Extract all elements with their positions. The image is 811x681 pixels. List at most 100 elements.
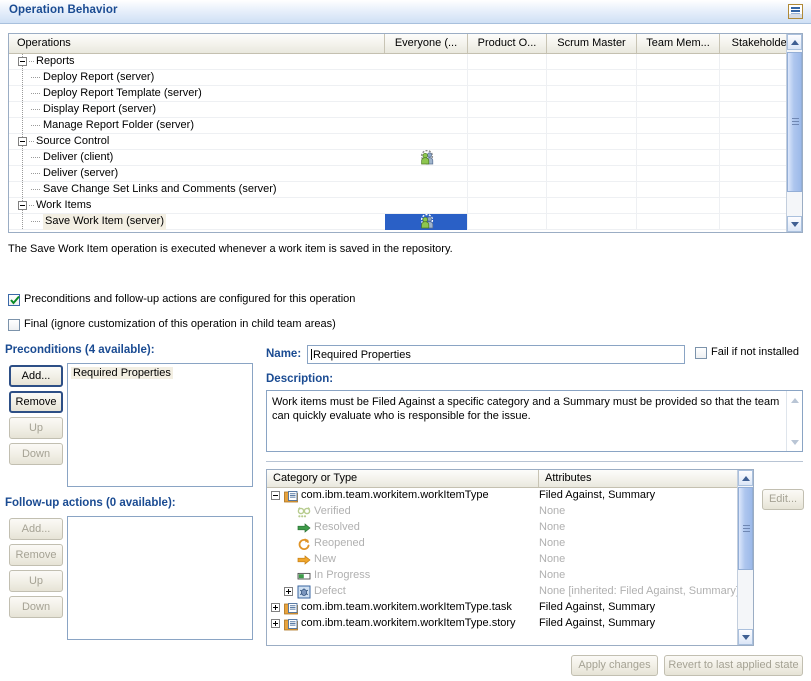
operation-row-label[interactable]: Reports: [36, 54, 75, 70]
operation-role-cell[interactable]: [468, 86, 547, 102]
apply-changes-button[interactable]: Apply changes: [571, 655, 658, 676]
operation-role-cell[interactable]: [547, 118, 637, 134]
operation-role-cell[interactable]: [385, 86, 468, 102]
preconditions-down-button[interactable]: Down: [9, 443, 63, 465]
category-table-row[interactable]: Defect None [inherited: Filed Against, Su…: [267, 584, 739, 600]
operation-role-cell[interactable]: [547, 150, 637, 166]
category-table-row[interactable]: Reopened None: [267, 536, 737, 552]
tree-expander-icon[interactable]: [271, 603, 280, 612]
column-header-operations[interactable]: Operations: [9, 34, 385, 53]
operation-role-cell[interactable]: [468, 134, 547, 150]
tree-expander-icon[interactable]: [271, 619, 280, 628]
operation-role-cell[interactable]: [637, 54, 720, 70]
operation-role-cell[interactable]: [637, 198, 720, 214]
followup-up-button[interactable]: Up: [9, 570, 63, 592]
operations-table-row[interactable]: Deploy Report Template (server): [9, 86, 802, 102]
operation-role-cell[interactable]: [637, 86, 720, 102]
operation-role-cell[interactable]: [468, 118, 547, 134]
category-table-row[interactable]: In Progress None: [267, 568, 737, 584]
tree-expander-icon[interactable]: [18, 137, 27, 146]
followup-down-button[interactable]: Down: [9, 596, 63, 618]
column-header-everyone[interactable]: Everyone (...: [385, 34, 468, 53]
operations-table-row[interactable]: Deliver (client): [9, 150, 802, 166]
operation-role-cell[interactable]: [547, 86, 637, 102]
operation-role-cell[interactable]: [547, 198, 637, 214]
operation-role-cell[interactable]: [547, 134, 637, 150]
operation-row-label[interactable]: Display Report (server): [43, 102, 156, 118]
scroll-down-arrow-icon[interactable]: [738, 629, 753, 645]
operations-table[interactable]: Operations Everyone (... Product O... Sc…: [8, 33, 803, 233]
operation-role-cell[interactable]: [385, 182, 468, 198]
operation-role-cell[interactable]: [637, 70, 720, 86]
edit-button[interactable]: Edit...: [762, 489, 804, 510]
category-row-label[interactable]: com.ibm.team.workitem.workItemType: [301, 488, 489, 504]
operations-table-row[interactable]: Deliver (server): [9, 166, 802, 182]
category-row-label[interactable]: Resolved: [314, 520, 360, 536]
operation-row-label[interactable]: Source Control: [36, 134, 109, 150]
operations-table-row[interactable]: Work Items: [9, 198, 802, 214]
description-textarea[interactable]: Work items must be Filed Against a speci…: [266, 390, 803, 452]
operation-role-cell[interactable]: [385, 150, 468, 166]
operation-role-cell[interactable]: [547, 102, 637, 118]
followup-add-button[interactable]: Add...: [9, 518, 63, 540]
operation-row-label[interactable]: Deliver (client): [43, 150, 113, 166]
operations-table-row[interactable]: Manage Report Folder (server): [9, 118, 802, 134]
column-header-product-owner[interactable]: Product O...: [468, 34, 547, 53]
operations-table-row[interactable]: Source Control: [9, 134, 802, 150]
operations-table-row[interactable]: Save Change Set Links and Comments (serv…: [9, 182, 802, 198]
preconditions-list[interactable]: Required Properties: [67, 363, 253, 487]
operation-role-cell[interactable]: [547, 182, 637, 198]
operation-role-cell[interactable]: [385, 118, 468, 134]
operation-row-label[interactable]: Work Items: [36, 198, 91, 214]
followup-remove-button[interactable]: Remove: [9, 544, 63, 566]
scrollbar-thumb[interactable]: [738, 487, 753, 570]
category-table-row[interactable]: Verified None: [267, 504, 737, 520]
operation-row-label[interactable]: Manage Report Folder (server): [43, 118, 194, 134]
operation-role-cell[interactable]: [468, 70, 547, 86]
category-row-label[interactable]: Defect: [314, 584, 346, 600]
operations-table-row[interactable]: Deploy Report (server): [9, 70, 802, 86]
tree-expander-icon[interactable]: [284, 587, 293, 596]
operation-role-cell[interactable]: [468, 166, 547, 182]
operations-scrollbar[interactable]: [786, 34, 802, 232]
operation-role-cell[interactable]: [637, 214, 720, 230]
operation-role-cell[interactable]: [385, 214, 468, 230]
category-table-row[interactable]: com.ibm.team.workitem.workItemType.task F…: [267, 600, 737, 616]
scroll-up-arrow-icon[interactable]: [789, 394, 801, 406]
column-header-category-or-type[interactable]: Category or Type: [267, 470, 539, 487]
category-table-row[interactable]: com.ibm.team.workitem.workItemType.story…: [267, 616, 737, 632]
category-row-label[interactable]: Verified: [314, 504, 351, 520]
operation-row-label[interactable]: Deploy Report (server): [43, 70, 154, 86]
tree-expander-icon[interactable]: [18, 57, 27, 66]
operation-role-cell[interactable]: [547, 166, 637, 182]
column-header-attributes[interactable]: Attributes: [539, 470, 739, 487]
category-row-label[interactable]: com.ibm.team.workitem.workItemType.story: [301, 616, 516, 632]
tree-expander-icon[interactable]: [18, 201, 27, 210]
operation-role-cell[interactable]: [637, 150, 720, 166]
scroll-down-arrow-icon[interactable]: [789, 436, 801, 448]
operation-role-cell[interactable]: [637, 118, 720, 134]
operations-table-row[interactable]: Display Report (server): [9, 102, 802, 118]
category-table-row[interactable]: com.ibm.team.workitem.workItemType Filed …: [267, 488, 737, 504]
operation-row-label[interactable]: Deploy Report Template (server): [43, 86, 202, 102]
revert-to-last-applied-state-button[interactable]: Revert to last applied state: [664, 655, 803, 676]
operation-role-cell[interactable]: [547, 70, 637, 86]
column-header-scrum-master[interactable]: Scrum Master: [547, 34, 637, 53]
category-row-label[interactable]: Reopened: [314, 536, 365, 552]
category-row-label[interactable]: com.ibm.team.workitem.workItemType.task: [301, 600, 512, 616]
operation-role-cell[interactable]: [468, 214, 547, 230]
list-menu-icon[interactable]: [788, 4, 803, 19]
operation-role-cell[interactable]: [468, 182, 547, 198]
operation-role-cell[interactable]: [385, 70, 468, 86]
category-table-row[interactable]: Resolved None: [267, 520, 737, 536]
list-item[interactable]: Required Properties: [71, 367, 173, 379]
preconditions-up-button[interactable]: Up: [9, 417, 63, 439]
operation-role-cell[interactable]: [468, 198, 547, 214]
operation-role-cell[interactable]: [385, 198, 468, 214]
operation-role-cell[interactable]: [637, 134, 720, 150]
scroll-down-arrow-icon[interactable]: [787, 216, 802, 232]
operation-role-cell[interactable]: [637, 102, 720, 118]
preconditions-remove-button[interactable]: Remove: [9, 391, 63, 413]
operation-role-cell[interactable]: [637, 166, 720, 182]
tree-expander-icon[interactable]: [271, 491, 280, 500]
